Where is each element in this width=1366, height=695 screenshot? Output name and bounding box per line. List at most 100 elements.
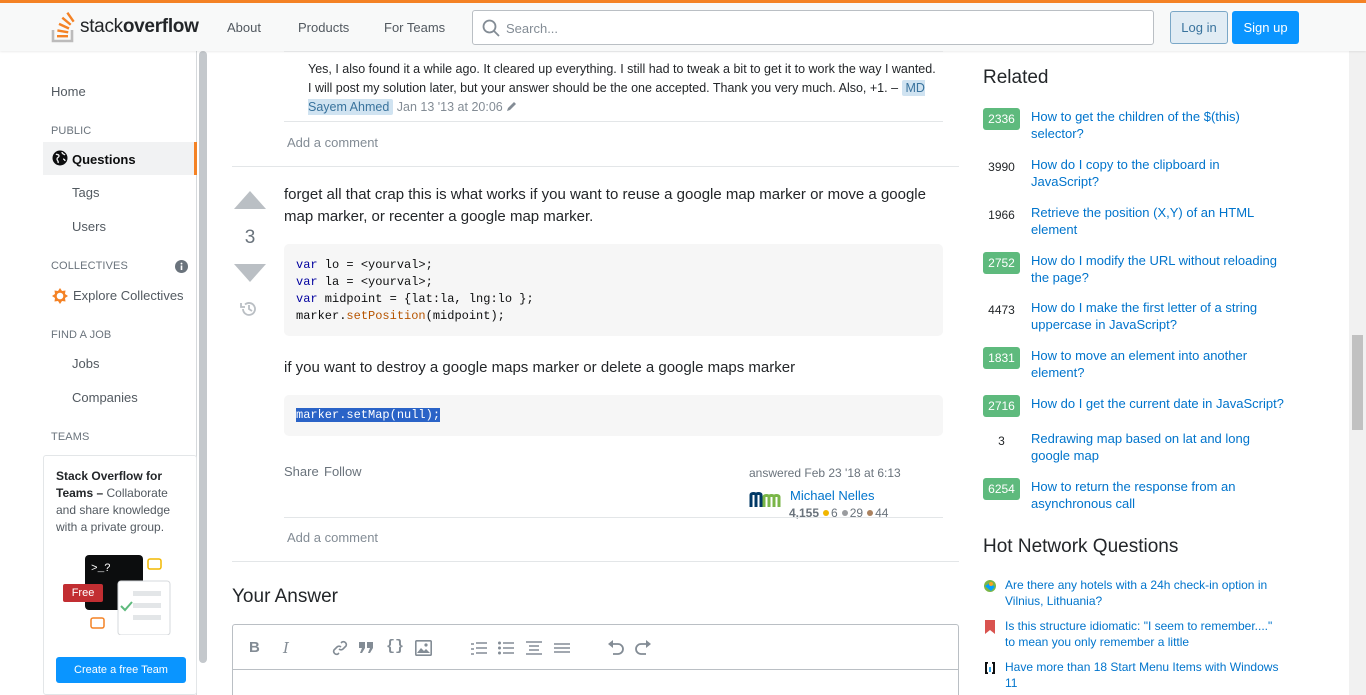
answer-divider [232, 166, 959, 167]
history-icon[interactable] [239, 299, 259, 319]
stackoverflow-logo[interactable]: stackoverflow [51, 10, 199, 44]
comment-date[interactable]: Jan 13 '13 at 20:06 [397, 100, 503, 114]
page-scrollbar-thumb[interactable] [1352, 335, 1363, 430]
bold-icon[interactable]: B [249, 639, 260, 656]
sidebar-item-explore-collectives[interactable]: Explore Collectives [73, 288, 184, 303]
teams-promo-text: Stack Overflow for Teams – Collaborate a… [56, 469, 171, 534]
related-link[interactable]: How do I modify the URL without reloadin… [1031, 252, 1291, 286]
share-link[interactable]: Share [284, 464, 319, 479]
comment-body: Yes, I also found it a while ago. It cle… [308, 62, 936, 95]
info-icon[interactable] [175, 260, 188, 273]
editor-toolbar: B I {} [233, 625, 958, 670]
sidebar-item-companies[interactable]: Companies [72, 390, 138, 405]
add-comment-link[interactable]: Add a comment [287, 530, 378, 545]
collectives-icon [52, 288, 68, 304]
related-score-badge[interactable]: 3 [983, 430, 1020, 452]
code-line: marker.setPosition(midpoint); [296, 309, 505, 323]
related-score-badge[interactable]: 2336 [983, 108, 1020, 130]
sidebar-item-home[interactable]: Home [51, 84, 86, 99]
related-score-badge[interactable]: 1966 [983, 204, 1020, 226]
related-heading: Related [983, 67, 1049, 88]
your-answer-divider [232, 561, 959, 562]
sidebar-section-collectives: COLLECTIVES [51, 260, 128, 272]
heading-icon[interactable] [526, 641, 542, 655]
related-score-badge[interactable]: 4473 [983, 299, 1020, 321]
image-icon[interactable] [415, 640, 432, 656]
comment: Yes, I also found it a while ago. It cle… [308, 60, 940, 117]
sidebar-section-teams: TEAMS [51, 431, 90, 443]
search-placeholder: Search... [506, 21, 559, 36]
hnq-link[interactable]: Have more than 18 Start Menu Items with … [1005, 659, 1283, 691]
page-scrollbar[interactable] [1349, 51, 1366, 695]
answered-date[interactable]: answered Feb 23 '18 at 6:13 [749, 466, 901, 480]
link-icon[interactable] [332, 640, 348, 656]
related-link[interactable]: Retrieve the position (X,Y) of an HTML e… [1031, 204, 1291, 238]
answer-editor[interactable]: B I {} [232, 624, 959, 695]
related-link[interactable]: How to return the response from an async… [1031, 478, 1291, 512]
related-link[interactable]: How do I get the current date in JavaScr… [1031, 395, 1291, 412]
sidebar-item-jobs[interactable]: Jobs [72, 356, 99, 371]
top-bar: stackoverflow About Products For Teams S… [0, 0, 1366, 51]
answer-intro-text: forget all that crap this is what works … [284, 186, 926, 225]
sidebar-item-tags[interactable]: Tags [72, 185, 99, 200]
related-link[interactable]: How to move an element into another elem… [1031, 347, 1291, 381]
related-link[interactable]: How do I copy to the clipboard in JavaSc… [1031, 156, 1291, 190]
code-line: var lo = <yourval>; [296, 258, 433, 272]
globe-icon [52, 150, 68, 166]
comment-divider [284, 121, 943, 122]
hnq-link[interactable]: Are there any hotels with a 24h check-in… [1005, 577, 1283, 609]
sidebar-item-questions[interactable]: Questions [43, 142, 197, 175]
bulleted-list-icon[interactable] [498, 641, 514, 655]
answer-mid-text: if you want to destroy a google maps mar… [284, 359, 796, 376]
nav-about[interactable]: About [227, 20, 261, 35]
undo-icon[interactable] [606, 640, 624, 656]
sidebar-item-users[interactable]: Users [72, 219, 106, 234]
downvote-icon[interactable] [234, 264, 266, 282]
avatar[interactable] [749, 489, 783, 509]
code-icon[interactable]: {} [386, 638, 404, 655]
logo-text: stackoverflow [80, 16, 199, 37]
related-score-badge[interactable]: 3990 [983, 156, 1020, 178]
code-block-1[interactable]: var lo = <yourval>; var la = <yourval>; … [284, 244, 943, 336]
comment-divider-top [284, 51, 943, 52]
nav-products[interactable]: Products [298, 20, 349, 35]
italic-icon[interactable]: I [283, 639, 289, 657]
hot-network-heading: Hot Network Questions [983, 536, 1179, 557]
sidebar-section-find-job: FIND A JOB [51, 329, 112, 341]
follow-link[interactable]: Follow [324, 464, 362, 479]
nav-for-teams[interactable]: For Teams [384, 20, 445, 35]
blockquote-icon[interactable] [358, 641, 374, 655]
login-button[interactable]: Log in [1170, 11, 1228, 44]
pencil-icon[interactable] [506, 100, 518, 112]
sidebar-scrollbar[interactable] [198, 51, 208, 695]
numbered-list-icon[interactable] [471, 641, 487, 655]
upvote-icon[interactable] [234, 191, 266, 209]
hnq-link[interactable]: Is this structure idiomatic: "I seem to … [1005, 618, 1283, 650]
vote-count: 3 [244, 227, 256, 248]
terminal-prompt: >_? [91, 563, 111, 575]
signup-button[interactable]: Sign up [1232, 11, 1299, 44]
sidebar-scrollbar-thumb[interactable] [199, 51, 207, 663]
search-input[interactable]: Search... [472, 10, 1154, 45]
stackoverflow-logo-icon [51, 12, 75, 43]
code-line: var la = <yourval>; [296, 275, 433, 289]
answer-comment-divider [284, 517, 943, 518]
related-link[interactable]: Redrawing map based on lat and long goog… [1031, 430, 1291, 464]
horizontal-rule-icon[interactable] [554, 641, 570, 655]
your-answer-heading: Your Answer [232, 586, 338, 607]
answer-author-name[interactable]: Michael Nelles [790, 488, 875, 503]
related-score-badge[interactable]: 2752 [983, 252, 1020, 274]
free-badge: Free [63, 584, 103, 602]
related-score-badge[interactable]: 1831 [983, 347, 1020, 369]
english-site-icon [985, 620, 995, 634]
related-link[interactable]: How do I make the first letter of a stri… [1031, 299, 1291, 333]
add-comment-link[interactable]: Add a comment [287, 135, 378, 150]
sidebar-item-questions-label: Questions [72, 152, 136, 167]
redo-icon[interactable] [635, 640, 653, 656]
teams-promo-card: Stack Overflow for Teams – Collaborate a… [43, 455, 197, 695]
create-free-team-button[interactable]: Create a free Team [56, 657, 186, 683]
related-score-badge[interactable]: 2716 [983, 395, 1020, 417]
related-score-badge[interactable]: 6254 [983, 478, 1020, 500]
related-link[interactable]: How to get the children of the $(this) s… [1031, 108, 1291, 142]
code-block-2[interactable]: marker.setMap(null); [284, 395, 943, 436]
